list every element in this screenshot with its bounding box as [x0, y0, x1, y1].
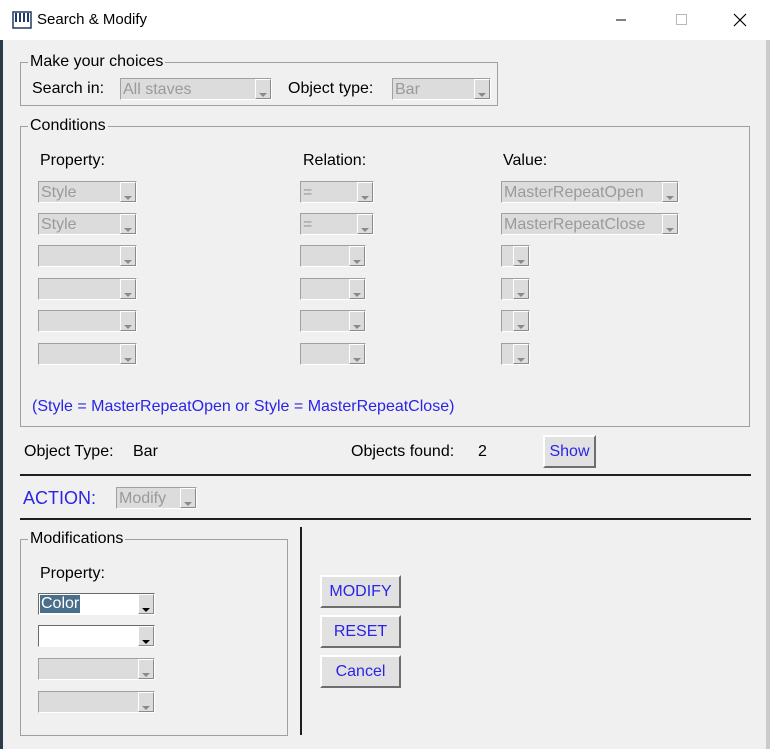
object-type-label: Object type:: [288, 80, 374, 97]
reset-button-label: RESET: [333, 622, 388, 640]
condition-property-dropdown[interactable]: Style: [38, 213, 137, 235]
chevron-down-icon[interactable]: [513, 279, 529, 299]
chevron-down-icon[interactable]: [120, 311, 136, 331]
chevron-down-icon[interactable]: [120, 344, 136, 364]
window-title: Search & Modify: [37, 11, 148, 28]
condition-property-value: Style: [41, 184, 77, 201]
condition-relation-value: =: [303, 216, 313, 233]
condition-value-dropdown[interactable]: [501, 310, 530, 332]
search-in-value: All staves: [123, 81, 192, 98]
minimize-button[interactable]: [598, 0, 644, 40]
chevron-down-icon[interactable]: [662, 182, 678, 202]
object-type-value: Bar: [395, 81, 420, 98]
modification-property-dropdown[interactable]: Color: [38, 593, 155, 615]
condition-property-dropdown[interactable]: [38, 343, 137, 365]
condition-property-dropdown[interactable]: Style: [38, 181, 137, 203]
condition-property-dropdown[interactable]: [38, 278, 137, 300]
chevron-down-icon[interactable]: [349, 279, 365, 299]
show-button[interactable]: Show: [543, 435, 596, 468]
chevron-down-icon[interactable]: [120, 182, 136, 202]
modification-property-header: Property:: [40, 565, 105, 582]
window-edge: [0, 40, 3, 749]
maximize-icon: [676, 14, 687, 25]
chevron-down-icon[interactable]: [138, 626, 154, 646]
objects-found-label: Objects found:: [351, 443, 455, 460]
divider: [20, 474, 751, 476]
chevron-down-icon[interactable]: [349, 344, 365, 364]
action-value: Modify: [119, 490, 167, 507]
search-in-dropdown[interactable]: All staves: [120, 78, 272, 100]
chevron-down-icon[interactable]: [138, 659, 154, 679]
minimize-icon: [616, 19, 626, 21]
condition-property-value: Style: [41, 216, 77, 233]
choices-legend: Make your choices: [28, 53, 166, 71]
condition-value-dropdown[interactable]: [501, 245, 530, 267]
divider: [20, 518, 751, 520]
cancel-button-label: Cancel: [335, 662, 386, 680]
modification-extra-dropdown[interactable]: [38, 658, 155, 680]
chevron-down-icon[interactable]: [120, 246, 136, 266]
chevron-down-icon[interactable]: [255, 79, 271, 99]
search-in-label: Search in:: [32, 80, 105, 97]
condition-property-dropdown[interactable]: [38, 310, 137, 332]
chevron-down-icon[interactable]: [513, 344, 529, 364]
conditions-legend: Conditions: [28, 117, 108, 135]
chevron-down-icon[interactable]: [138, 692, 154, 712]
condition-relation-header: Relation:: [303, 152, 367, 169]
condition-relation-dropdown[interactable]: [300, 245, 366, 267]
chevron-down-icon[interactable]: [513, 246, 529, 266]
divider: [300, 527, 302, 735]
object-type-dropdown[interactable]: Bar: [392, 78, 491, 100]
chevron-down-icon[interactable]: [474, 79, 490, 99]
modify-button[interactable]: MODIFY: [320, 575, 401, 608]
chevron-down-icon[interactable]: [513, 311, 529, 331]
cancel-button[interactable]: Cancel: [320, 655, 401, 688]
reset-button[interactable]: RESET: [320, 615, 401, 648]
modifications-legend: Modifications: [28, 530, 126, 548]
title-bar: Search & Modify: [0, 0, 770, 40]
show-button-label: Show: [549, 442, 590, 460]
piano-keys-icon: [12, 11, 32, 29]
action-dropdown[interactable]: Modify: [116, 487, 197, 509]
modification-property-value: Color: [40, 595, 81, 613]
condition-value-dropdown[interactable]: MasterRepeatClose: [501, 213, 679, 235]
condition-relation-dropdown[interactable]: [300, 343, 366, 365]
condition-value-dropdown[interactable]: MasterRepeatOpen: [501, 181, 679, 203]
chevron-down-icon[interactable]: [120, 214, 136, 234]
chevron-down-icon[interactable]: [120, 279, 136, 299]
modification-extra-dropdown[interactable]: [38, 691, 155, 713]
chevron-down-icon[interactable]: [138, 594, 154, 614]
condition-value-value: MasterRepeatOpen: [504, 184, 644, 201]
condition-relation-dropdown[interactable]: =: [300, 181, 374, 203]
condition-property-header: Property:: [40, 152, 105, 169]
close-button[interactable]: [717, 0, 763, 40]
condition-relation-dropdown[interactable]: [300, 310, 366, 332]
chevron-down-icon[interactable]: [662, 214, 678, 234]
condition-relation-dropdown[interactable]: [300, 278, 366, 300]
condition-relation-dropdown[interactable]: =: [300, 213, 374, 235]
object-type-summary-value: Bar: [133, 443, 158, 460]
condition-property-dropdown[interactable]: [38, 245, 137, 267]
chevron-down-icon[interactable]: [349, 311, 365, 331]
modify-button-label: MODIFY: [329, 582, 392, 600]
object-type-summary-label: Object Type:: [24, 443, 114, 460]
window-edge: [766, 40, 770, 749]
condition-expression: (Style = MasterRepeatOpen or Style = Mas…: [32, 398, 455, 415]
maximize-button[interactable]: [659, 0, 705, 40]
chevron-down-icon[interactable]: [357, 182, 373, 202]
objects-found-count: 2: [478, 443, 487, 460]
modification-value-dropdown[interactable]: [38, 625, 155, 647]
close-icon: [733, 13, 747, 27]
chevron-down-icon[interactable]: [180, 488, 196, 508]
condition-value-dropdown[interactable]: [501, 343, 530, 365]
condition-value-value: MasterRepeatClose: [504, 216, 646, 233]
condition-value-header: Value:: [503, 152, 548, 169]
conditions-group: [20, 126, 750, 427]
condition-relation-value: =: [303, 184, 313, 201]
chevron-down-icon[interactable]: [349, 246, 365, 266]
condition-value-dropdown[interactable]: [501, 278, 530, 300]
chevron-down-icon[interactable]: [357, 214, 373, 234]
action-label: ACTION:: [23, 488, 97, 508]
